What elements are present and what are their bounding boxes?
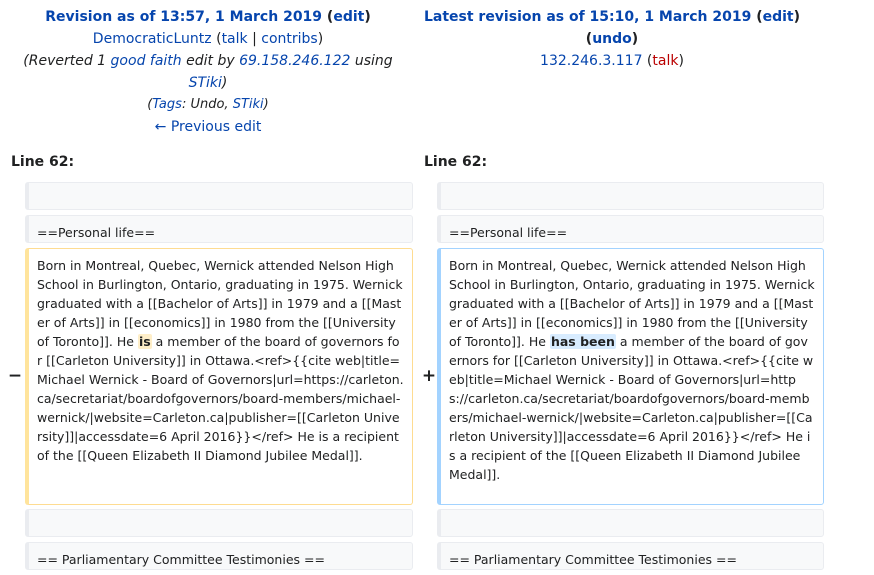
tag-stiki-link[interactable]: STiki <box>233 97 264 112</box>
old-user-link[interactable]: DemocraticLuntz <box>93 31 212 47</box>
old-revision-header: Revision as of 13:57, 1 March 2019 (edit… <box>8 6 408 138</box>
right-line-number: Line 62: <box>424 154 488 170</box>
new-revision-user: 132.246.3.117 (talk) <box>540 53 684 69</box>
previous-edit-link[interactable]: ← Previous edit <box>155 119 262 135</box>
old-revision-title: Revision as of 13:57, 1 March 2019 (edit… <box>45 9 371 25</box>
context-empty-left <box>25 182 413 210</box>
old-user-contribs-link[interactable]: contribs <box>261 31 317 47</box>
deleted-line: Born in Montreal, Quebec, Wernick attend… <box>25 248 413 505</box>
undo-link[interactable]: undo <box>592 31 632 47</box>
new-user-link[interactable]: 132.246.3.117 <box>540 53 642 69</box>
context-heading-left: ==Personal life== <box>25 215 413 243</box>
context-footer-left: == Parliamentary Committee Testimonies =… <box>25 542 413 570</box>
old-edit-summary: (Reverted 1 good faith edit by 69.158.24… <box>23 53 393 91</box>
context-heading-right: ==Personal life== <box>437 215 824 243</box>
context-empty-right-2 <box>437 509 824 537</box>
deleted-line-marker: − <box>7 366 23 386</box>
left-line-number: Line 62: <box>11 154 75 170</box>
good-faith-link[interactable]: good faith <box>111 53 182 69</box>
context-empty-left-2 <box>25 509 413 537</box>
undo-line: (undo) <box>585 31 639 47</box>
old-revision-user: DemocraticLuntz (talk | contribs) <box>92 31 324 47</box>
added-line: Born in Montreal, Quebec, Wernick attend… <box>437 248 824 505</box>
new-revision-title: Latest revision as of 15:10, 1 March 201… <box>423 9 801 25</box>
context-empty-right <box>437 182 824 210</box>
new-revision-link[interactable]: Latest revision as of 15:10, 1 March 201… <box>424 9 751 25</box>
old-edit-tags: (Tags: Undo, STiki) <box>147 97 269 112</box>
deleted-word: is <box>137 334 152 349</box>
context-footer-right: == Parliamentary Committee Testimonies =… <box>437 542 824 570</box>
new-edit-link[interactable]: edit <box>763 9 794 25</box>
new-revision-header: Latest revision as of 15:10, 1 March 201… <box>412 6 812 72</box>
reverted-ip-link[interactable]: 69.158.246.122 <box>239 53 350 69</box>
stiki-link[interactable]: STiki <box>189 75 222 91</box>
old-revision-link[interactable]: Revision as of 13:57, 1 March 2019 <box>45 9 322 25</box>
tags-link[interactable]: Tags <box>152 97 182 112</box>
added-line-marker: + <box>421 366 437 386</box>
new-user-talk-link[interactable]: talk <box>652 53 678 69</box>
old-user-talk-link[interactable]: talk <box>222 31 248 47</box>
added-words: has been <box>549 334 616 349</box>
old-edit-link[interactable]: edit <box>333 9 364 25</box>
